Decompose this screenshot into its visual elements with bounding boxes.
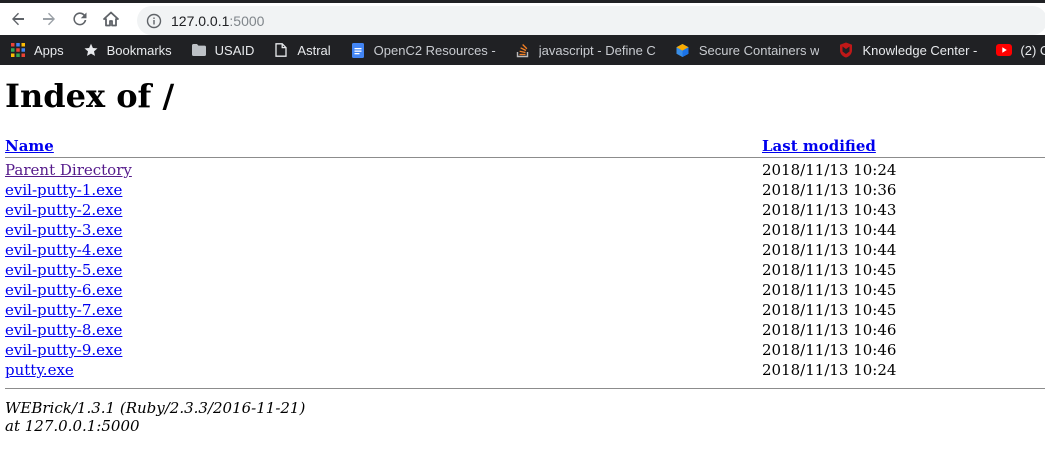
server-version: WEBrick/1.3.1 (Ruby/2.3.3/2016-11-21) [5, 399, 306, 417]
folder-icon [191, 42, 207, 58]
table-row: evil-putty-6.exe 2018/11/13 10:45 [5, 280, 1045, 300]
reload-button[interactable] [67, 6, 93, 32]
last-modified-cell: 2018/11/13 10:24 [762, 161, 897, 179]
last-modified-cell: 2018/11/13 10:46 [762, 341, 897, 359]
bookmark-label: OpenC2 Resources - [373, 42, 496, 58]
file-name-cell: evil-putty-2.exe [5, 200, 762, 220]
file-name-cell: evil-putty-7.exe [5, 300, 762, 320]
url-port: :5000 [229, 12, 265, 29]
name-column-header: Name [5, 137, 762, 155]
bookmark-knowledge-center[interactable]: Knowledge Center - [828, 35, 986, 65]
server-signature: WEBrick/1.3.1 (Ruby/2.3.3/2016-11-21) at… [5, 399, 1040, 435]
table-row: evil-putty-3.exe 2018/11/13 10:44 [5, 220, 1045, 240]
table-row: evil-putty-5.exe 2018/11/13 10:45 [5, 260, 1045, 280]
bookmark-secure-containers[interactable]: Secure Containers w [665, 35, 829, 65]
bookmark-label: Bookmarks [106, 42, 172, 58]
apps-grid-icon [10, 42, 26, 58]
file-name-cell: putty.exe [5, 360, 762, 380]
last-modified-cell: 2018/11/13 10:44 [762, 241, 897, 259]
last-modified-cell: 2018/11/13 10:46 [762, 321, 897, 339]
bookmark-label: Apps [34, 42, 64, 58]
file-name-cell: evil-putty-6.exe [5, 280, 762, 300]
page-content: Index of / Name Last modified Parent Dir… [0, 77, 1045, 435]
bookmark-cisco[interactable]: (2) Cisco NGF [986, 35, 1045, 65]
footer-separator [5, 388, 1045, 389]
table-row: evil-putty-9.exe 2018/11/13 10:46 [5, 340, 1045, 360]
bookmark-label: Secure Containers w [698, 42, 820, 58]
back-arrow-icon [12, 12, 24, 26]
star-icon [83, 42, 99, 58]
bookmark-label: Astral [297, 42, 331, 58]
file-link[interactable]: evil-putty-2.exe [5, 201, 122, 219]
bookmark-astral[interactable]: Astral [263, 35, 339, 65]
table-row: evil-putty-2.exe 2018/11/13 10:43 [5, 200, 1045, 220]
bookmarks-bar: Apps Bookmarks USAID Astral OpenC2 Resou… [0, 35, 1045, 65]
home-button[interactable] [98, 6, 124, 32]
file-name-cell: Parent Directory [5, 160, 762, 180]
sort-by-modified-link[interactable]: Last modified [762, 137, 876, 155]
file-link[interactable]: evil-putty-9.exe [5, 341, 122, 359]
file-name-cell: evil-putty-3.exe [5, 220, 762, 240]
page-title: Index of / [5, 77, 175, 115]
parent-directory-link[interactable]: Parent Directory [5, 161, 132, 179]
back-button[interactable] [5, 6, 31, 32]
sort-by-name-link[interactable]: Name [5, 137, 54, 155]
file-link[interactable]: evil-putty-1.exe [5, 181, 122, 199]
mcafee-shield-icon [838, 42, 854, 58]
table-row: evil-putty-4.exe 2018/11/13 10:44 [5, 240, 1045, 260]
file-name-cell: evil-putty-5.exe [5, 260, 762, 280]
cube-icon [675, 42, 691, 58]
bookmark-label: Knowledge Center - [862, 42, 978, 58]
file-name-cell: evil-putty-4.exe [5, 240, 762, 260]
url-text[interactable]: 127.0.0.1:5000 [171, 13, 264, 29]
info-icon[interactable] [146, 13, 162, 29]
bookmark-label: (2) Cisco NGF [1020, 42, 1045, 58]
server-address: at 127.0.0.1:5000 [5, 417, 140, 435]
home-icon [103, 11, 119, 27]
bookmark-usaid[interactable]: USAID [181, 35, 264, 65]
bookmark-apps[interactable]: Apps [0, 35, 73, 65]
file-link[interactable]: evil-putty-3.exe [5, 221, 122, 239]
page-icon [273, 42, 289, 58]
file-name-cell: evil-putty-9.exe [5, 340, 762, 360]
bookmark-openc2[interactable]: OpenC2 Resources - [340, 35, 505, 65]
last-modified-cell: 2018/11/13 10:36 [762, 181, 897, 199]
last-modified-cell: 2018/11/13 10:45 [762, 281, 897, 299]
last-modified-cell: 2018/11/13 10:45 [762, 261, 897, 279]
last-modified-cell: 2018/11/13 10:45 [762, 301, 897, 319]
forward-arrow-icon [43, 12, 55, 26]
last-modified-cell: 2018/11/13 10:24 [762, 361, 897, 379]
file-link[interactable]: putty.exe [5, 361, 74, 379]
header-separator [5, 157, 1045, 158]
parent-directory-row: Parent Directory 2018/11/13 10:24 [5, 160, 1045, 180]
file-link[interactable]: evil-putty-5.exe [5, 261, 122, 279]
bookmark-label: USAID [214, 42, 255, 58]
table-row: putty.exe 2018/11/13 10:24 [5, 360, 1045, 380]
modified-column-header: Last modified [762, 137, 1045, 155]
docs-icon [350, 42, 366, 58]
header-row: Name Last modified [5, 137, 1045, 155]
reload-icon [73, 12, 87, 26]
table-row: evil-putty-1.exe 2018/11/13 10:36 [5, 180, 1045, 200]
bookmark-javascript[interactable]: javascript - Define C [505, 35, 665, 65]
forward-button[interactable] [36, 6, 62, 32]
table-row: evil-putty-7.exe 2018/11/13 10:45 [5, 300, 1045, 320]
youtube-icon [996, 42, 1013, 58]
table-row: evil-putty-8.exe 2018/11/13 10:46 [5, 320, 1045, 340]
last-modified-cell: 2018/11/13 10:43 [762, 201, 897, 219]
file-link[interactable]: evil-putty-8.exe [5, 321, 122, 339]
address-bar[interactable]: 127.0.0.1:5000 [137, 6, 1045, 35]
bookmark-bookmarks[interactable]: Bookmarks [73, 35, 181, 65]
file-name-cell: evil-putty-1.exe [5, 180, 762, 200]
browser-toolbar: 127.0.0.1:5000 [0, 0, 1045, 35]
file-link[interactable]: evil-putty-4.exe [5, 241, 122, 259]
url-host: 127.0.0.1 [171, 12, 230, 29]
stackoverflow-icon [515, 42, 531, 58]
bookmark-label: javascript - Define C [538, 42, 656, 58]
file-name-cell: evil-putty-8.exe [5, 320, 762, 340]
last-modified-cell: 2018/11/13 10:44 [762, 221, 897, 239]
file-link[interactable]: evil-putty-7.exe [5, 301, 122, 319]
directory-listing: Name Last modified Parent Directory 2018/… [5, 137, 1045, 380]
file-link[interactable]: evil-putty-6.exe [5, 281, 122, 299]
